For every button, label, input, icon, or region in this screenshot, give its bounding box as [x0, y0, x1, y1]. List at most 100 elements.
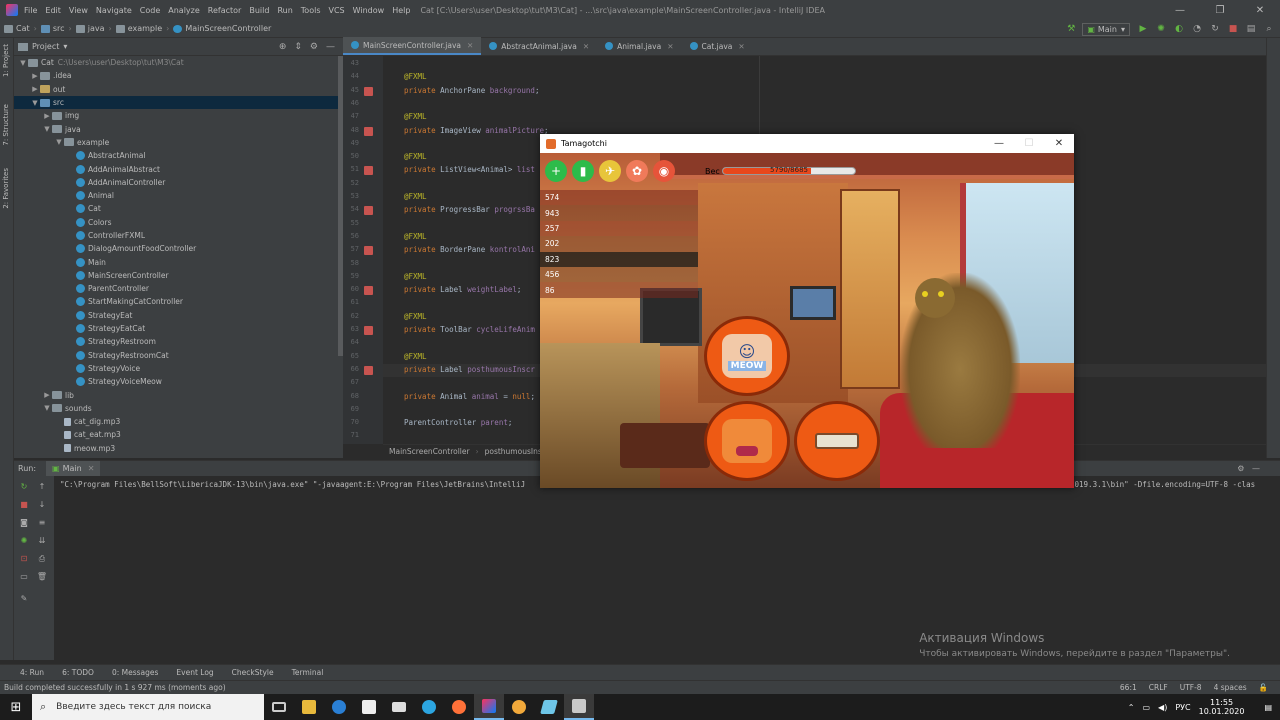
sound-button[interactable]: ◉ — [653, 160, 675, 182]
close-tab-icon[interactable]: ✕ — [667, 42, 673, 51]
tree-item[interactable]: StrategyVoiceMeow — [14, 375, 343, 388]
pin-icon[interactable]: ✎ — [18, 594, 30, 604]
fxml-link-icon[interactable] — [364, 365, 373, 375]
profile-icon[interactable]: ◔ — [1190, 23, 1204, 35]
tool-window-messages[interactable]: 0: Messages — [112, 668, 158, 677]
travel-button[interactable]: ✈ — [599, 160, 621, 182]
firefox-icon[interactable] — [444, 694, 474, 720]
chrome-icon[interactable] — [504, 694, 534, 720]
minimize-button[interactable]: — — [984, 138, 1014, 149]
fxml-link-icon[interactable] — [364, 166, 373, 176]
breadcrumb-item[interactable]: src — [40, 24, 65, 33]
close-tab-icon[interactable]: ✕ — [583, 42, 589, 51]
run-config-select[interactable]: ▣ Main ▾ — [1082, 22, 1130, 36]
breadcrumb-item[interactable]: Cat — [4, 24, 30, 33]
list-item[interactable]: 943 — [540, 205, 698, 221]
expand-arrow-icon[interactable]: ▶ — [42, 112, 52, 120]
meow-button[interactable]: ☺ MEOW — [704, 316, 790, 396]
close-button[interactable]: ✕ — [1044, 138, 1074, 149]
tree-item[interactable]: StrategyEat — [14, 309, 343, 322]
tamagotchi-taskbar-icon[interactable] — [564, 694, 594, 720]
coverage-icon[interactable]: ◐ — [1172, 23, 1186, 35]
menu-tools[interactable]: Tools — [301, 6, 321, 15]
menu-build[interactable]: Build — [249, 6, 269, 15]
gear-icon[interactable]: ⚙ — [310, 42, 318, 52]
tree-item[interactable]: StrategyRestroomCat — [14, 349, 343, 362]
minimize-button[interactable]: — — [1160, 0, 1200, 20]
list-item[interactable]: 86 — [540, 282, 698, 298]
stop-icon[interactable]: ■ — [18, 500, 30, 510]
tree-item[interactable]: StrategyEatCat — [14, 322, 343, 335]
hide-icon[interactable]: — — [326, 42, 335, 52]
store-icon[interactable] — [354, 694, 384, 720]
project-structure-icon[interactable]: ▤ — [1244, 23, 1258, 35]
tree-item[interactable]: ▶ out — [14, 83, 343, 96]
menu-file[interactable]: File — [24, 6, 37, 15]
indent-setting[interactable]: 4 spaces — [1214, 683, 1247, 692]
run-icon[interactable]: ▶ — [1136, 23, 1150, 35]
telegram-icon[interactable] — [414, 694, 444, 720]
fxml-link-icon[interactable] — [364, 326, 373, 335]
edge-icon[interactable] — [324, 694, 354, 720]
project-view-select[interactable]: Project — [32, 42, 59, 51]
breadcrumb-class[interactable]: MainScreenController — [389, 447, 470, 456]
tree-item[interactable]: ▶ .idea — [14, 69, 343, 82]
tree-item[interactable]: MainScreenController — [14, 269, 343, 282]
tree-item[interactable]: Cat — [14, 202, 343, 215]
breadcrumb-item[interactable]: MainScreenController — [173, 24, 271, 33]
expand-arrow-icon[interactable]: ▶ — [30, 72, 40, 80]
expand-arrow-icon[interactable]: ▼ — [42, 125, 52, 133]
editor-tab[interactable]: Cat.java ✕ — [682, 37, 753, 55]
tool-window-eventlog[interactable]: Event Log — [176, 668, 213, 677]
task-view-icon[interactable] — [264, 694, 294, 720]
menu-view[interactable]: View — [69, 6, 88, 15]
wrap-icon[interactable]: ≡ — [36, 518, 48, 528]
expand-arrow-icon[interactable]: ▼ — [54, 138, 64, 146]
editor-tab[interactable]: Animal.java ✕ — [597, 37, 681, 55]
exit-icon[interactable]: ⊡ — [18, 554, 30, 564]
menu-navigate[interactable]: Navigate — [96, 6, 132, 15]
menu-code[interactable]: Code — [140, 6, 160, 15]
tree-item[interactable]: AbstractAnimal — [14, 149, 343, 162]
tool-window-todo[interactable]: 6: TODO — [62, 668, 94, 677]
locate-icon[interactable]: ⊕ — [279, 42, 287, 52]
windows-start-icon[interactable]: ⊞ — [0, 694, 32, 720]
maximize-button[interactable]: ❐ — [1200, 0, 1240, 20]
debug-icon[interactable]: ✺ — [1154, 23, 1168, 35]
expand-arrow-icon[interactable]: ▶ — [42, 391, 52, 399]
tree-item[interactable]: StrategyRestroom — [14, 335, 343, 348]
line-separator[interactable]: CRLF — [1149, 683, 1168, 692]
print-icon[interactable]: ⎙ — [36, 554, 48, 564]
menu-vcs[interactable]: VCS — [329, 6, 345, 15]
litter-box-button[interactable] — [794, 401, 880, 481]
structure-tool-tab[interactable]: 7: Structure — [2, 104, 10, 146]
app-icon[interactable] — [534, 694, 564, 720]
tree-item[interactable]: ▼ src — [14, 95, 343, 110]
menu-analyze[interactable]: Analyze — [168, 6, 200, 15]
stop-icon[interactable]: ■ — [1226, 23, 1240, 35]
clock[interactable]: 11:55 10.01.2020 — [1199, 698, 1245, 716]
notification-icon[interactable]: ▤ — [1264, 703, 1272, 712]
camera-icon[interactable]: ◙ — [18, 518, 30, 528]
tree-item[interactable]: ▼ sounds — [14, 402, 343, 415]
debug-icon[interactable]: ✺ — [18, 536, 30, 546]
tree-item[interactable]: Animal — [14, 189, 343, 202]
search-icon[interactable]: ⌕ — [1262, 23, 1276, 35]
tree-item[interactable]: cat_dig.mp3 — [14, 415, 343, 428]
tree-item[interactable]: AddAnimalController — [14, 176, 343, 189]
fxml-link-icon[interactable] — [364, 126, 373, 136]
tree-item[interactable]: StrategyVoice — [14, 362, 343, 375]
tree-item[interactable]: meow.mp3 — [14, 442, 343, 455]
favorites-tool-tab[interactable]: 2: Favorites — [2, 168, 10, 209]
tree-item[interactable]: ▼ example — [14, 136, 343, 149]
close-tab-icon[interactable]: ✕ — [738, 42, 744, 51]
breadcrumb-item[interactable]: example — [115, 24, 162, 33]
list-item[interactable]: 456 — [540, 266, 698, 283]
menu-run[interactable]: Run — [277, 6, 292, 15]
intellij-taskbar-icon[interactable] — [474, 694, 504, 720]
caret-position[interactable]: 66:1 — [1120, 683, 1137, 692]
tree-item[interactable]: DialogAmountFoodController — [14, 242, 343, 255]
menu-refactor[interactable]: Refactor — [208, 6, 242, 15]
tool-window-checkstyle[interactable]: CheckStyle — [232, 668, 274, 677]
tree-item[interactable]: ControllerFXML — [14, 229, 343, 242]
